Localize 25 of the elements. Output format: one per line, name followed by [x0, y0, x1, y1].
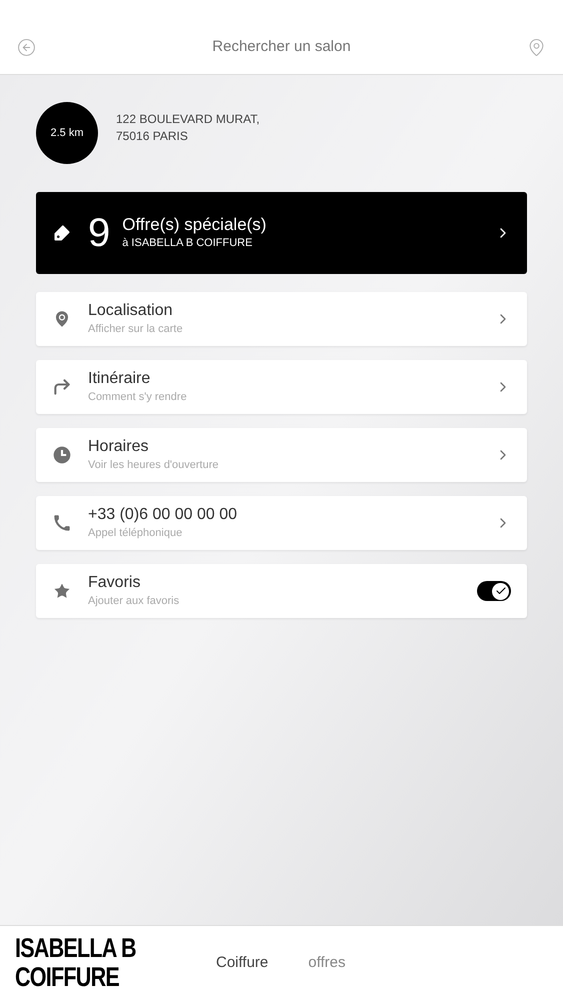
- address-line: 75016 PARIS: [116, 128, 189, 145]
- row-subtitle: Afficher sur la carte: [88, 322, 184, 337]
- menu-row[interactable]: +33 (0)6 00 00 00 00 Appel téléphonique: [36, 496, 527, 550]
- row-title: Itinéraire: [88, 369, 152, 389]
- offer-subtitle: à ISABELLA B COIFFURE: [122, 236, 254, 251]
- row-title: +33 (0)6 00 00 00 00: [88, 505, 238, 525]
- row-subtitle: Ajouter aux favoris: [88, 594, 180, 609]
- menu-row[interactable]: Horaires Voir les heures d'ouverture: [36, 428, 527, 482]
- distance-badge: 2.5 km: [36, 102, 98, 164]
- header-title: Rechercher un salon: [212, 36, 351, 57]
- row-title: Horaires: [88, 437, 150, 457]
- logo-text: COIFFURE: [15, 963, 120, 992]
- row-subtitle: Comment s'y rendre: [88, 390, 188, 405]
- logo-text: ISABELLA B: [15, 934, 136, 963]
- address-line: 122 BOULEVARD MURAT,: [116, 111, 260, 128]
- menu-row[interactable]: Localisation Afficher sur la carte: [36, 292, 527, 346]
- row-subtitle: Voir les heures d'ouverture: [88, 458, 220, 473]
- row-subtitle: Appel téléphonique: [88, 526, 184, 541]
- offer-title: Offre(s) spéciale(s): [122, 215, 268, 235]
- offer-count: 9: [88, 213, 110, 253]
- footer-tab[interactable]: offres: [308, 952, 346, 974]
- row-title: Favoris: [88, 573, 142, 593]
- menu-row[interactable]: Itinéraire Comment s'y rendre: [36, 360, 527, 414]
- row-title: Localisation: [88, 301, 174, 321]
- footer-tab[interactable]: Coiffure: [216, 952, 268, 974]
